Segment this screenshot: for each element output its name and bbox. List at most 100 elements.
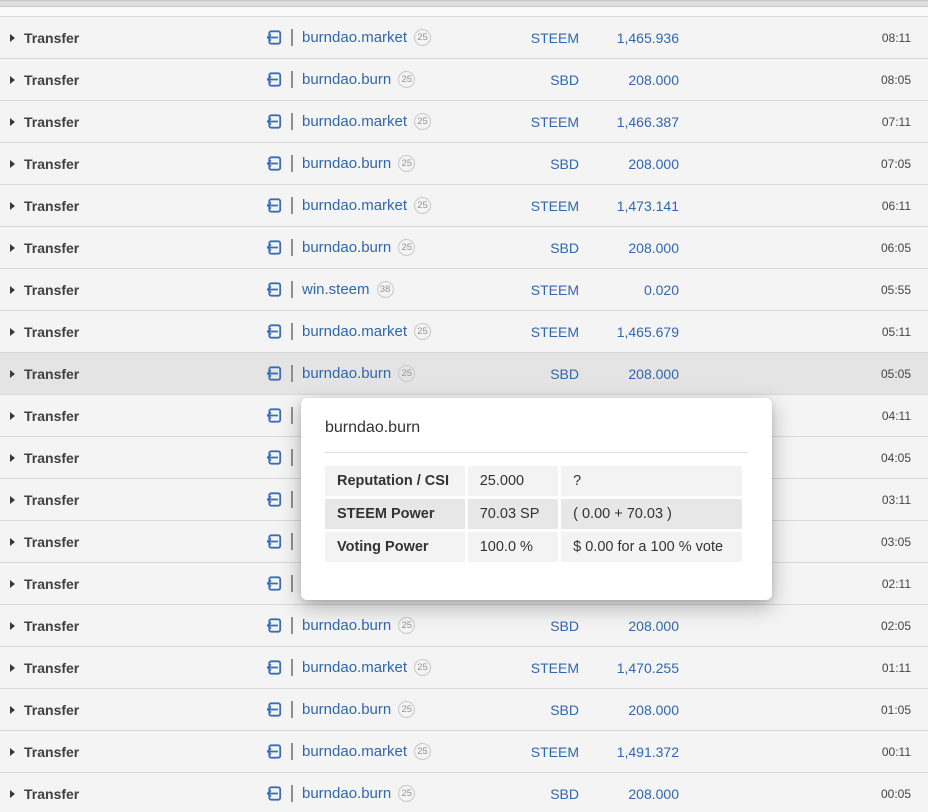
time-cell: 03:05 xyxy=(880,534,911,549)
triangle-right-icon[interactable] xyxy=(10,75,15,84)
icon-separator xyxy=(291,71,293,88)
box-arrow-in-left-icon xyxy=(266,408,282,423)
triangle-right-icon[interactable] xyxy=(10,663,15,672)
triangle-right-icon[interactable] xyxy=(10,159,15,168)
box-arrow-in-left-icon xyxy=(266,450,282,465)
table-row[interactable]: Transfer burndao.burn 25 SBD 208.000 00:… xyxy=(0,772,928,812)
table-row[interactable]: Transfer burndao.market 25 STEEM 1,465.6… xyxy=(0,310,928,352)
account-link[interactable]: burndao.burn xyxy=(302,617,391,634)
triangle-right-icon[interactable] xyxy=(10,117,15,126)
time-cell: 06:05 xyxy=(880,240,911,255)
box-arrow-in-left-icon xyxy=(266,156,282,171)
triangle-right-icon[interactable] xyxy=(10,537,15,546)
account-link[interactable]: burndao.market xyxy=(302,659,407,676)
table-row[interactable]: Transfer win.steem 38 STEEM 0.020 05:55 xyxy=(0,268,928,310)
reputation-badge: 25 xyxy=(414,29,432,46)
triangle-right-icon[interactable] xyxy=(10,33,15,42)
operation-type-label: Transfer xyxy=(24,617,80,634)
table-row[interactable]: Transfer burndao.burn 25 SBD 208.000 02:… xyxy=(0,604,928,646)
triangle-right-icon[interactable] xyxy=(10,579,15,588)
table-row[interactable]: Transfer burndao.burn 25 SBD 208.000 08:… xyxy=(0,58,928,100)
box-arrow-in-left-icon xyxy=(266,114,282,129)
triangle-right-icon[interactable] xyxy=(10,285,15,294)
account-link[interactable]: burndao.market xyxy=(302,197,407,214)
icon-separator xyxy=(291,197,293,214)
operation-expander[interactable]: Transfer xyxy=(10,143,79,184)
account-link[interactable]: burndao.burn xyxy=(302,365,391,382)
account-link[interactable]: burndao.burn xyxy=(302,239,391,256)
account-link[interactable]: burndao.burn xyxy=(302,71,391,88)
operation-expander[interactable]: Transfer xyxy=(10,689,79,730)
time-cell: 01:11 xyxy=(881,660,911,675)
operation-expander[interactable]: Transfer xyxy=(10,17,79,58)
operation-expander[interactable]: Transfer xyxy=(10,101,79,142)
triangle-right-icon[interactable] xyxy=(10,411,15,420)
account-link[interactable]: burndao.market xyxy=(302,113,407,130)
operation-expander[interactable]: Transfer xyxy=(10,563,79,604)
operation-expander[interactable]: Transfer xyxy=(10,353,79,394)
account-link[interactable]: burndao.market xyxy=(302,29,407,46)
counterparty-cell xyxy=(265,479,302,520)
operation-expander[interactable]: Transfer xyxy=(10,59,79,100)
table-row[interactable]: Transfer burndao.market 25 STEEM 1,470.2… xyxy=(0,646,928,688)
operation-type-label: Transfer xyxy=(24,533,80,550)
triangle-right-icon[interactable] xyxy=(10,621,15,630)
triangle-right-icon[interactable] xyxy=(10,747,15,756)
icon-separator xyxy=(291,365,293,382)
stat-detail: ? xyxy=(561,466,742,496)
table-row[interactable]: Transfer burndao.burn 25 SBD 208.000 01:… xyxy=(0,688,928,730)
triangle-right-icon[interactable] xyxy=(10,369,15,378)
counterparty-cell: burndao.market 25 xyxy=(265,185,432,226)
account-link[interactable]: win.steem xyxy=(302,281,370,298)
operation-expander[interactable]: Transfer xyxy=(10,395,79,436)
time-cell: 08:11 xyxy=(881,30,911,45)
operation-expander[interactable]: Transfer xyxy=(10,185,79,226)
counterparty-cell: burndao.market 25 xyxy=(265,17,432,58)
triangle-right-icon[interactable] xyxy=(10,453,15,462)
triangle-right-icon[interactable] xyxy=(10,495,15,504)
account-link[interactable]: burndao.burn xyxy=(302,155,391,172)
operation-expander[interactable]: Transfer xyxy=(10,647,79,688)
account-link[interactable]: burndao.burn xyxy=(302,785,391,802)
account-link[interactable]: burndao.market xyxy=(302,743,407,760)
counterparty-cell: burndao.market 25 xyxy=(265,731,432,772)
triangle-right-icon[interactable] xyxy=(10,243,15,252)
box-arrow-in-left-icon xyxy=(266,660,282,675)
operation-expander[interactable]: Transfer xyxy=(10,437,79,478)
box-arrow-in-left-icon xyxy=(266,744,282,759)
account-link[interactable]: burndao.burn xyxy=(302,701,391,718)
triangle-right-icon[interactable] xyxy=(10,789,15,798)
table-row: Voting Power 100.0 % $ 0.00 for a 100 % … xyxy=(325,532,742,562)
box-arrow-in-left-icon xyxy=(266,534,282,549)
operation-expander[interactable]: Transfer xyxy=(10,269,79,310)
box-arrow-in-left-icon xyxy=(266,30,282,45)
table-row: STEEM Power 70.03 SP ( 0.00 + 70.03 ) xyxy=(325,499,742,529)
icon-separator xyxy=(291,617,293,634)
triangle-right-icon[interactable] xyxy=(10,201,15,210)
operation-expander[interactable]: Transfer xyxy=(10,311,79,352)
time-cell: 02:11 xyxy=(881,576,911,591)
amount-cell: 208.000 xyxy=(628,365,679,382)
operation-type-label: Transfer xyxy=(24,239,80,256)
operation-expander[interactable]: Transfer xyxy=(10,605,79,646)
amount-cell: 1,466.387 xyxy=(616,113,679,130)
table-row[interactable]: Transfer burndao.burn 25 SBD 208.000 07:… xyxy=(0,142,928,184)
table-row[interactable]: Transfer burndao.market 25 STEEM 1,466.3… xyxy=(0,100,928,142)
table-row[interactable]: Transfer burndao.market 25 STEEM 1,465.9… xyxy=(0,16,928,58)
operation-expander[interactable]: Transfer xyxy=(10,227,79,268)
box-arrow-in-left-icon xyxy=(266,240,282,255)
account-link[interactable]: burndao.market xyxy=(302,323,407,340)
triangle-right-icon[interactable] xyxy=(10,327,15,336)
triangle-right-icon[interactable] xyxy=(10,705,15,714)
table-row[interactable]: Transfer burndao.market 25 STEEM 1,491.3… xyxy=(0,730,928,772)
table-row[interactable]: Transfer burndao.market 25 STEEM 1,473.1… xyxy=(0,184,928,226)
amount-cell: 208.000 xyxy=(628,239,679,256)
operation-expander[interactable]: Transfer xyxy=(10,731,79,772)
table-row[interactable]: Transfer burndao.burn 25 SBD 208.000 06:… xyxy=(0,226,928,268)
icon-separator xyxy=(291,113,293,130)
operation-expander[interactable]: Transfer xyxy=(10,521,79,562)
operation-expander[interactable]: Transfer xyxy=(10,773,79,812)
table-row[interactable]: Transfer burndao.burn 25 SBD 208.000 05:… xyxy=(0,352,928,394)
operation-expander[interactable]: Transfer xyxy=(10,479,79,520)
amount-cell: 1,473.141 xyxy=(616,197,679,214)
